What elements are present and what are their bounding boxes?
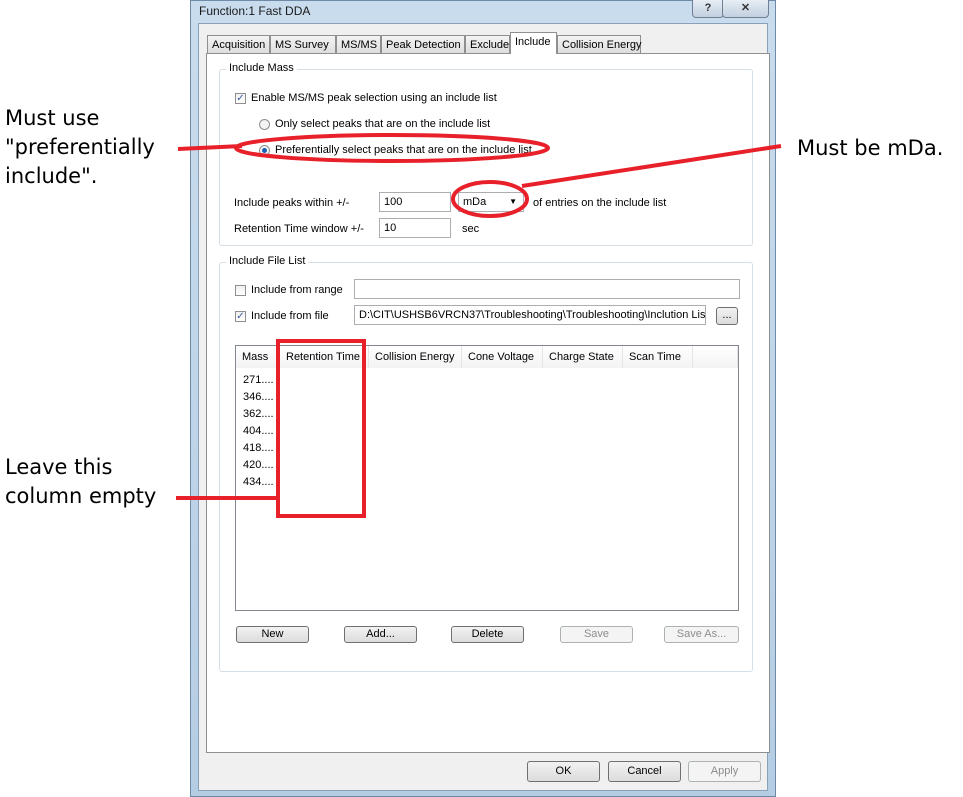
tab-include[interactable]: Include	[510, 32, 557, 54]
annotation-overlay	[176, 133, 782, 518]
annotation-arrow-line	[521, 144, 782, 188]
annotation-arrow-line	[177, 144, 243, 151]
annotation-ellipse-radio	[234, 133, 550, 163]
annotation-rect-column	[276, 339, 366, 518]
annotation-ellipse-unit	[451, 180, 529, 218]
